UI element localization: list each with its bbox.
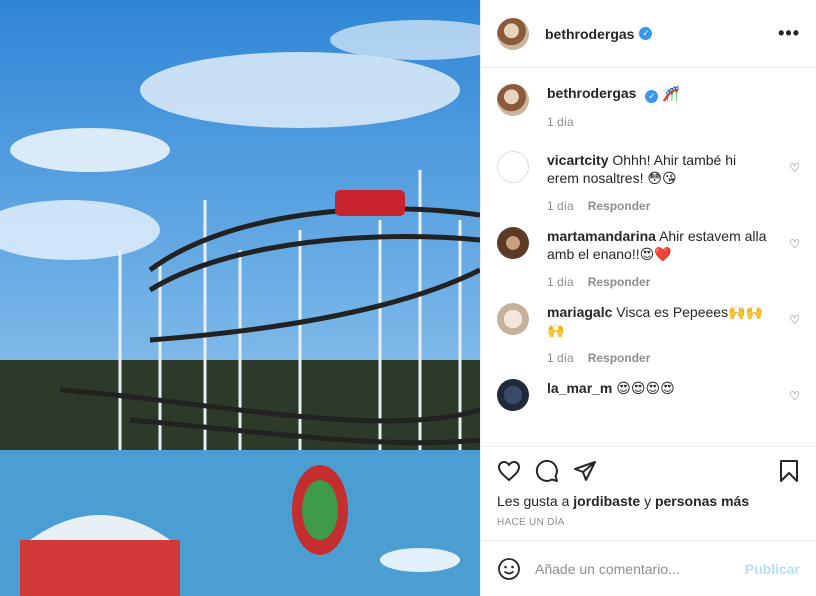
commenter-avatar[interactable] xyxy=(497,379,529,411)
comment-time[interactable]: 1 día xyxy=(547,351,574,365)
comment-item: la_mar_m 😍😍😍😍 ♡ xyxy=(497,379,800,411)
commenter-avatar[interactable] xyxy=(497,227,529,259)
comment-like-icon[interactable]: ♡ xyxy=(789,237,800,251)
comment-username[interactable]: vicartcity xyxy=(547,152,608,168)
comment-like-icon[interactable]: ♡ xyxy=(789,313,800,327)
comment-time[interactable]: 1 día xyxy=(547,275,574,289)
comment-item: vicartcity Ohhh! Ahir també hi erem nosa… xyxy=(497,151,800,213)
likes-summary: Les gusta a jordibaste y personas más xyxy=(497,493,750,509)
comment-username[interactable]: martamandarina xyxy=(547,228,656,244)
reply-button[interactable]: Responder xyxy=(588,351,651,365)
comment-username[interactable]: la_mar_m xyxy=(547,380,612,396)
comment-time[interactable]: 1 día xyxy=(547,199,574,213)
liker-username[interactable]: jordibaste xyxy=(573,493,640,509)
likes-count-link[interactable]: personas más xyxy=(655,493,749,509)
emoji-icon[interactable] xyxy=(497,557,521,581)
commenter-avatar[interactable] xyxy=(497,151,529,183)
share-icon[interactable] xyxy=(573,459,597,483)
instagram-post: bethrodergas ✓ ••• bethrodergas ✓ 🎢 1 dí… xyxy=(0,0,816,596)
comment-username[interactable]: mariagalc xyxy=(547,304,612,320)
verified-icon: ✓ xyxy=(645,90,659,103)
caption-time[interactable]: 1 día xyxy=(547,115,574,129)
comment-like-icon[interactable]: ♡ xyxy=(789,161,800,175)
caption-text: 🎢 xyxy=(662,85,680,101)
post-timestamp[interactable]: HACE UN DÍA xyxy=(497,517,800,528)
post-header: bethrodergas ✓ ••• xyxy=(481,0,816,68)
add-comment-bar: Añade un comentario... Publicar xyxy=(481,540,816,596)
rollercoaster-photo xyxy=(0,0,480,596)
comment-item: mariagalc Visca es Pepeees🙌🙌🙌 1 día Respo… xyxy=(497,303,800,365)
reply-button[interactable]: Responder xyxy=(588,275,651,289)
caption-username[interactable]: bethrodergas xyxy=(547,85,636,101)
comment-icon[interactable] xyxy=(535,459,559,483)
post-photo[interactable] xyxy=(0,0,480,596)
caption: bethrodergas ✓ 🎢 1 día xyxy=(497,84,800,129)
more-options-icon[interactable]: ••• xyxy=(778,23,800,44)
author-avatar[interactable] xyxy=(497,17,529,50)
post-sidebar: bethrodergas ✓ ••• bethrodergas ✓ 🎢 1 dí… xyxy=(480,0,816,596)
comment-item: martamandarina Ahir estavem alla amb el … xyxy=(497,227,800,289)
bookmark-icon[interactable] xyxy=(778,459,800,483)
author-username[interactable]: bethrodergas xyxy=(545,26,634,42)
commenter-avatar[interactable] xyxy=(497,303,529,335)
post-actions: Les gusta a jordibaste y personas más HA… xyxy=(481,446,816,540)
reply-button[interactable]: Responder xyxy=(588,199,651,213)
verified-icon: ✓ xyxy=(639,27,653,40)
comment-input[interactable]: Añade un comentario... xyxy=(535,561,745,577)
publish-button[interactable]: Publicar xyxy=(745,561,800,577)
comments-list: bethrodergas ✓ 🎢 1 día vicartcity Ohhh! … xyxy=(481,68,816,446)
caption-avatar[interactable] xyxy=(497,84,529,116)
comment-like-icon[interactable]: ♡ xyxy=(789,389,800,403)
comment-text: 😍😍😍😍 xyxy=(616,380,675,396)
heart-icon[interactable] xyxy=(497,459,521,483)
